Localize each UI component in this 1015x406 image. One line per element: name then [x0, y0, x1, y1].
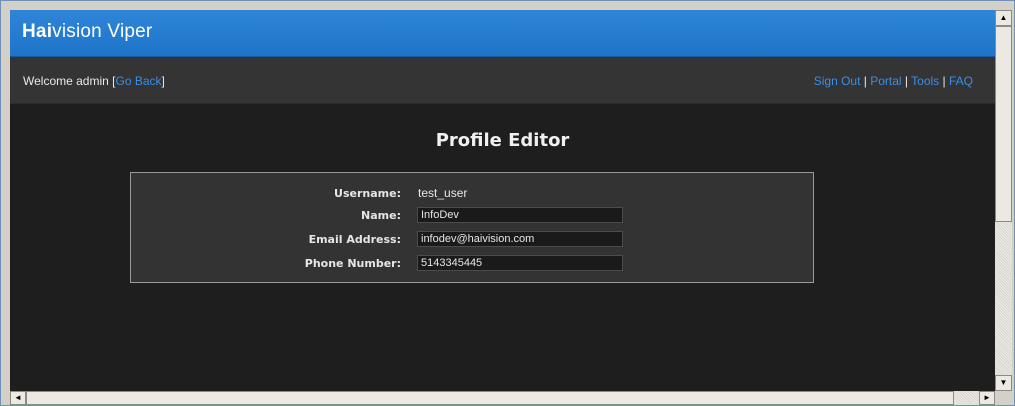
- faq-link[interactable]: FAQ: [949, 74, 973, 88]
- vertical-scroll-thumb[interactable]: [995, 26, 1012, 222]
- username-row: Username: test_user: [131, 185, 815, 203]
- top-header-bar: Haivision Viper: [10, 10, 995, 57]
- vertical-scrollbar[interactable]: ▲ ▼: [995, 10, 1012, 391]
- top-nav-links: Sign Out | Portal | Tools | FAQ: [814, 74, 973, 88]
- scroll-down-button[interactable]: ▼: [995, 375, 1012, 391]
- phone-label: Phone Number:: [304, 257, 401, 270]
- name-field[interactable]: InfoDev: [417, 207, 623, 223]
- nav-separator: |: [860, 74, 871, 88]
- page-title: Profile Editor: [435, 130, 570, 151]
- horizontal-scrollbar[interactable]: ◄ ►: [10, 391, 995, 405]
- phone-field[interactable]: 5143345445: [417, 255, 623, 271]
- profile-form-panel: Username: test_user Name: InfoDev Email …: [130, 172, 814, 283]
- haivision-viper-logo: Haivision Viper: [22, 21, 152, 43]
- username-value: test_user: [418, 186, 468, 200]
- scroll-up-button[interactable]: ▲: [995, 10, 1012, 26]
- sign-out-link[interactable]: Sign Out: [814, 74, 861, 88]
- page-viewport: Haivision Viper Welcome admin [Go Back] …: [10, 10, 995, 391]
- down-arrow-icon: ▼: [999, 378, 1008, 387]
- welcome-text: Welcome admin [: [23, 74, 116, 88]
- nav-separator: |: [901, 74, 912, 88]
- nav-separator: |: [939, 74, 949, 88]
- scroll-right-button[interactable]: ►: [979, 391, 995, 405]
- horizontal-scroll-thumb[interactable]: [26, 391, 954, 405]
- email-label: Email Address:: [308, 233, 401, 246]
- name-label: Name:: [361, 209, 401, 222]
- left-arrow-icon: ◄: [14, 393, 22, 402]
- name-row: Name: InfoDev: [131, 207, 815, 225]
- scrollbar-corner: [995, 391, 1012, 405]
- scroll-left-button[interactable]: ◄: [10, 391, 26, 405]
- right-arrow-icon: ►: [983, 393, 991, 402]
- tools-link[interactable]: Tools: [911, 74, 939, 88]
- email-field[interactable]: infodev@haivision.com: [417, 231, 623, 247]
- email-row: Email Address: infodev@haivision.com: [131, 231, 815, 249]
- up-arrow-icon: ▲: [999, 13, 1008, 22]
- brand-bold-text: Hai: [22, 21, 53, 42]
- brand-rest-text: vision Viper: [52, 21, 153, 42]
- welcome-bar: Welcome admin [Go Back] Sign Out | Porta…: [10, 57, 995, 104]
- phone-row: Phone Number: 5143345445: [131, 255, 815, 273]
- welcome-close-bracket: ]: [161, 74, 165, 88]
- welcome-message: Welcome admin [Go Back]: [23, 74, 165, 88]
- go-back-link[interactable]: Go Back: [115, 74, 161, 88]
- portal-link[interactable]: Portal: [870, 74, 901, 88]
- username-label: Username:: [334, 187, 401, 200]
